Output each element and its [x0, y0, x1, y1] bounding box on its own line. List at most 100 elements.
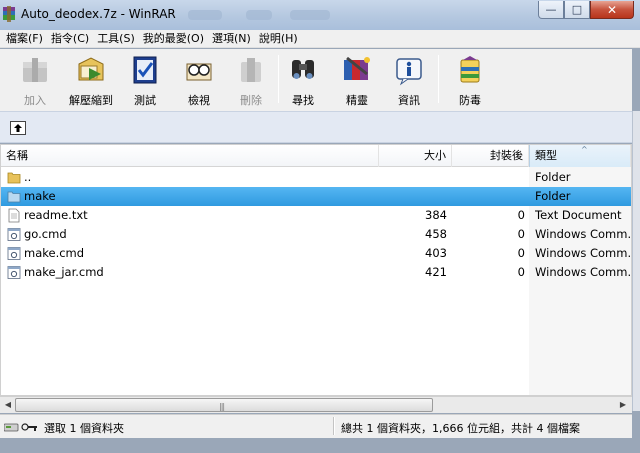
window-bottom-edge — [0, 438, 640, 453]
file-name: make.cmd — [24, 246, 85, 260]
virus-scan-icon — [460, 56, 480, 83]
winrar-window: Auto_deodex.7z - WinRAR — □ ✕ 檔案(F) 指令(C… — [0, 0, 640, 453]
maximize-icon: □ — [571, 3, 583, 16]
file-name: make — [24, 189, 56, 203]
find-label: 尋找 — [292, 94, 314, 107]
sort-ascending-icon: ^ — [581, 145, 588, 154]
file-size: 458 — [425, 227, 447, 241]
add-archive-icon — [23, 58, 47, 82]
maximize-button[interactable]: □ — [564, 1, 590, 19]
file-packed-size: 0 — [517, 227, 525, 241]
virus-scan-label: 防毒 — [459, 94, 481, 107]
file-size: 403 — [425, 246, 447, 260]
horizontal-scrollbar[interactable]: ◀ ||| ▶ — [0, 396, 632, 413]
close-button[interactable]: ✕ — [590, 1, 634, 19]
menu-options[interactable]: 選項(N) — [208, 30, 255, 48]
add-label: 加入 — [24, 94, 46, 107]
file-list: 名稱 大小 封裝後 類型 ^ .. Folder make Folder rea… — [0, 144, 632, 396]
wizard-icon — [344, 56, 370, 80]
status-separator — [333, 417, 335, 435]
file-name: go.cmd — [24, 227, 67, 241]
delete-icon — [241, 58, 261, 82]
column-size[interactable]: 大小 — [379, 145, 452, 167]
file-size: 421 — [425, 265, 447, 279]
info-button[interactable]: 資訊 — [382, 51, 436, 109]
column-size-label: 大小 — [424, 149, 446, 162]
close-icon: ✕ — [606, 2, 618, 17]
extract-to-button[interactable]: 解壓縮到 — [64, 51, 118, 109]
drive-key-icon — [4, 423, 37, 432]
column-type[interactable]: 類型 — [529, 145, 631, 167]
file-row[interactable]: make.cmd 403 0 Windows Comm... — [1, 244, 631, 263]
vertical-scrollbar[interactable] — [632, 111, 640, 411]
find-button[interactable]: 尋找 — [276, 51, 330, 109]
file-packed-size: 0 — [517, 265, 525, 279]
file-row[interactable]: .. Folder — [1, 168, 631, 187]
view-button[interactable]: 檢視 — [172, 51, 226, 109]
view-label: 檢視 — [188, 94, 210, 107]
winrar-app-icon — [3, 6, 15, 22]
menu-help[interactable]: 說明(H) — [255, 30, 302, 48]
file-packed-size: 0 — [517, 246, 525, 260]
up-arrow-icon — [14, 124, 22, 132]
menu-bar: 檔案(F) 指令(C) 工具(S) 我的最愛(O) 選項(N) 說明(H) — [0, 30, 640, 48]
toolbar-separator — [438, 55, 439, 103]
test-button[interactable]: 測試 — [118, 51, 172, 109]
status-selection-text: 選取 1 個資料夾 — [44, 422, 124, 435]
column-name-label: 名稱 — [6, 149, 28, 162]
delete-button[interactable]: 刪除 — [224, 51, 278, 109]
file-packed-size: 0 — [517, 208, 525, 222]
view-icon — [186, 63, 212, 81]
file-type: Windows Comm... — [535, 246, 631, 260]
add-button[interactable]: 加入 — [8, 51, 62, 109]
title-bar-blur — [246, 10, 272, 20]
status-total-text: 總共 1 個資料夾，1,666 位元組，共計 4 個檔案 — [341, 422, 580, 435]
file-name: make_jar.cmd — [24, 265, 104, 279]
column-packed[interactable]: 封裝後 — [452, 145, 529, 167]
title-bar-blur — [188, 10, 222, 20]
cmd-file-icon — [7, 247, 21, 260]
file-name: .. — [24, 170, 32, 184]
file-type: Windows Comm... — [535, 265, 631, 279]
extract-to-label: 解壓縮到 — [69, 94, 113, 107]
test-icon — [133, 56, 157, 84]
file-name: readme.txt — [24, 208, 88, 222]
text-file-icon — [8, 208, 20, 223]
file-row[interactable]: readme.txt 384 0 Text Document — [1, 206, 631, 225]
file-type: Windows Comm... — [535, 227, 631, 241]
extract-to-icon — [78, 57, 104, 81]
parent-folder-icon — [7, 172, 21, 184]
test-label: 測試 — [134, 94, 156, 107]
wizard-label: 精靈 — [346, 94, 368, 107]
info-label: 資訊 — [398, 94, 420, 107]
status-bar: 選取 1 個資料夾 總共 1 個資料夾，1,666 位元組，共計 4 個檔案 — [0, 414, 632, 438]
cmd-file-icon — [7, 266, 21, 279]
cmd-file-icon — [7, 228, 21, 241]
title-bar[interactable]: Auto_deodex.7z - WinRAR — □ ✕ — [0, 0, 640, 30]
menu-commands[interactable]: 指令(C) — [47, 30, 93, 48]
up-folder-button[interactable] — [10, 121, 26, 135]
file-row-selected[interactable]: make Folder — [1, 187, 631, 206]
file-row[interactable]: go.cmd 458 0 Windows Comm... — [1, 225, 631, 244]
minimize-icon: — — [545, 3, 557, 16]
delete-label: 刪除 — [240, 94, 262, 107]
minimize-button[interactable]: — — [538, 1, 564, 19]
scroll-grip-icon: ||| — [219, 402, 225, 411]
menu-tools[interactable]: 工具(S) — [93, 30, 139, 48]
column-type-label: 類型 — [535, 149, 557, 162]
column-header: 名稱 大小 封裝後 類型 ^ — [1, 145, 631, 167]
wizard-button[interactable]: 精靈 — [330, 51, 384, 109]
file-row[interactable]: make_jar.cmd 421 0 Windows Comm... — [1, 263, 631, 282]
scroll-left-icon[interactable]: ◀ — [1, 399, 15, 411]
folder-icon — [7, 191, 21, 203]
toolbar: 加入 解壓縮到 測試 檢視 刪除 尋找 精靈 資訊 防毒 — [0, 49, 632, 111]
find-icon — [292, 60, 314, 79]
column-name[interactable]: 名稱 — [1, 145, 379, 167]
horizontal-scroll-thumb[interactable]: ||| — [15, 398, 433, 412]
scroll-right-icon[interactable]: ▶ — [616, 399, 630, 411]
virus-scan-button[interactable]: 防毒 — [443, 51, 497, 109]
file-type: Text Document — [535, 208, 622, 222]
menu-favorites[interactable]: 我的最愛(O) — [139, 30, 208, 48]
menu-file[interactable]: 檔案(F) — [2, 30, 47, 48]
file-type: Folder — [535, 170, 571, 184]
